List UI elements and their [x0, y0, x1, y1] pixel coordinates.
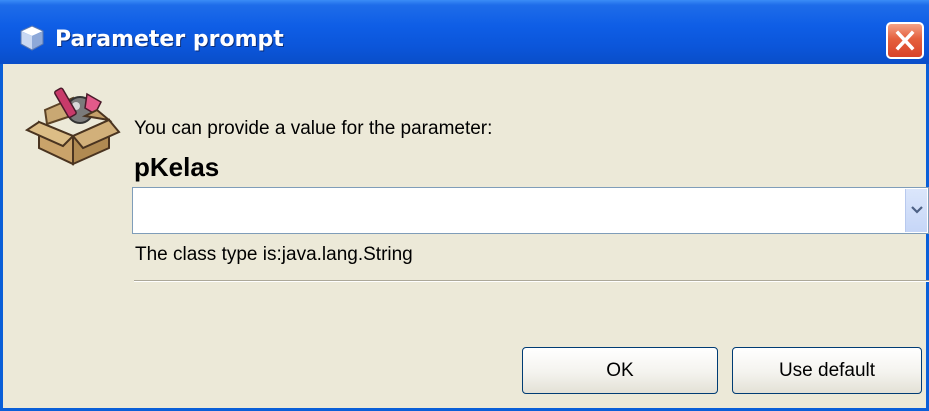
- prompt-label: You can provide a value for the paramete…: [134, 118, 493, 139]
- parameter-prompt-dialog: Parameter prompt You can provide a value…: [0, 0, 929, 411]
- separator: [134, 280, 929, 282]
- window-title: Parameter prompt: [55, 27, 284, 52]
- open-box-icon: [24, 80, 123, 168]
- title-bar[interactable]: Parameter prompt: [0, 0, 929, 64]
- combobox-dropdown-button[interactable]: [905, 189, 927, 232]
- close-icon: [895, 30, 915, 51]
- class-type-label: The class type is:java.lang.String: [135, 244, 413, 265]
- use-default-button[interactable]: Use default: [732, 347, 922, 394]
- ok-button[interactable]: OK: [522, 347, 718, 394]
- parameter-value-combobox[interactable]: [132, 187, 929, 234]
- chevron-down-icon: [911, 206, 923, 214]
- parameter-name: pKelas: [134, 152, 220, 182]
- cube-icon: [19, 25, 45, 51]
- close-button[interactable]: [886, 22, 924, 59]
